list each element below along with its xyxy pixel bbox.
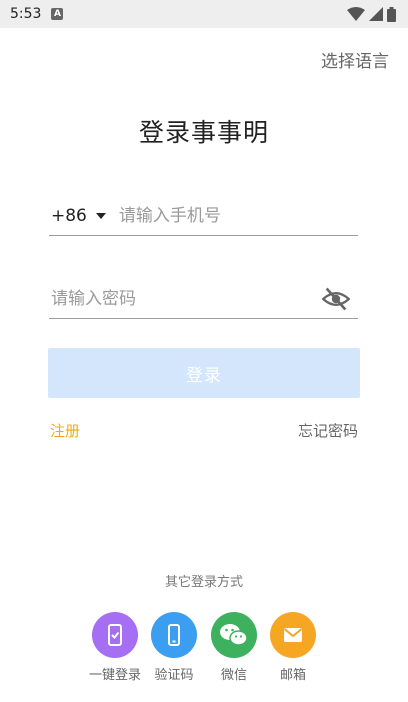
country-code-select[interactable]: +86: [51, 206, 87, 226]
forgot-password-link[interactable]: 忘记密码: [298, 420, 358, 441]
login-button[interactable]: 登录: [48, 348, 360, 398]
option-label: 邮箱: [279, 668, 306, 683]
option-label: 微信: [220, 668, 247, 683]
email-login-option[interactable]: 邮箱: [263, 612, 323, 683]
wechat-login-option[interactable]: 微信: [204, 612, 264, 683]
status-bar: 5:53 A: [0, 0, 408, 28]
notification-a-icon: A: [51, 8, 64, 20]
page-title: 登录事事明: [138, 118, 269, 147]
mail-icon[interactable]: [270, 612, 316, 658]
phone-field-row: +86: [49, 196, 358, 236]
signal-icon: [369, 7, 383, 21]
password-field-row: [49, 279, 358, 319]
eye-off-icon[interactable]: [322, 285, 350, 313]
wifi-icon: [347, 7, 365, 21]
status-time: 5:53: [10, 6, 42, 22]
caret-down-icon[interactable]: [95, 212, 106, 219]
phone-input[interactable]: [118, 205, 358, 226]
one-click-login-option[interactable]: 一键登录: [85, 612, 145, 683]
register-link[interactable]: 注册: [50, 420, 80, 441]
wechat-icon[interactable]: [211, 612, 257, 658]
status-indicators: [347, 6, 396, 22]
option-label: 一键登录: [88, 668, 141, 683]
language-select-link[interactable]: 选择语言: [321, 47, 389, 72]
other-login-title: 其它登录方式: [164, 575, 243, 590]
battery-icon: [387, 6, 396, 22]
sms-code-option[interactable]: 验证码: [144, 612, 204, 683]
option-label: 验证码: [154, 668, 194, 683]
smartphone-icon[interactable]: [151, 612, 197, 658]
password-input[interactable]: [49, 288, 322, 309]
phone-check-icon[interactable]: [92, 612, 138, 658]
